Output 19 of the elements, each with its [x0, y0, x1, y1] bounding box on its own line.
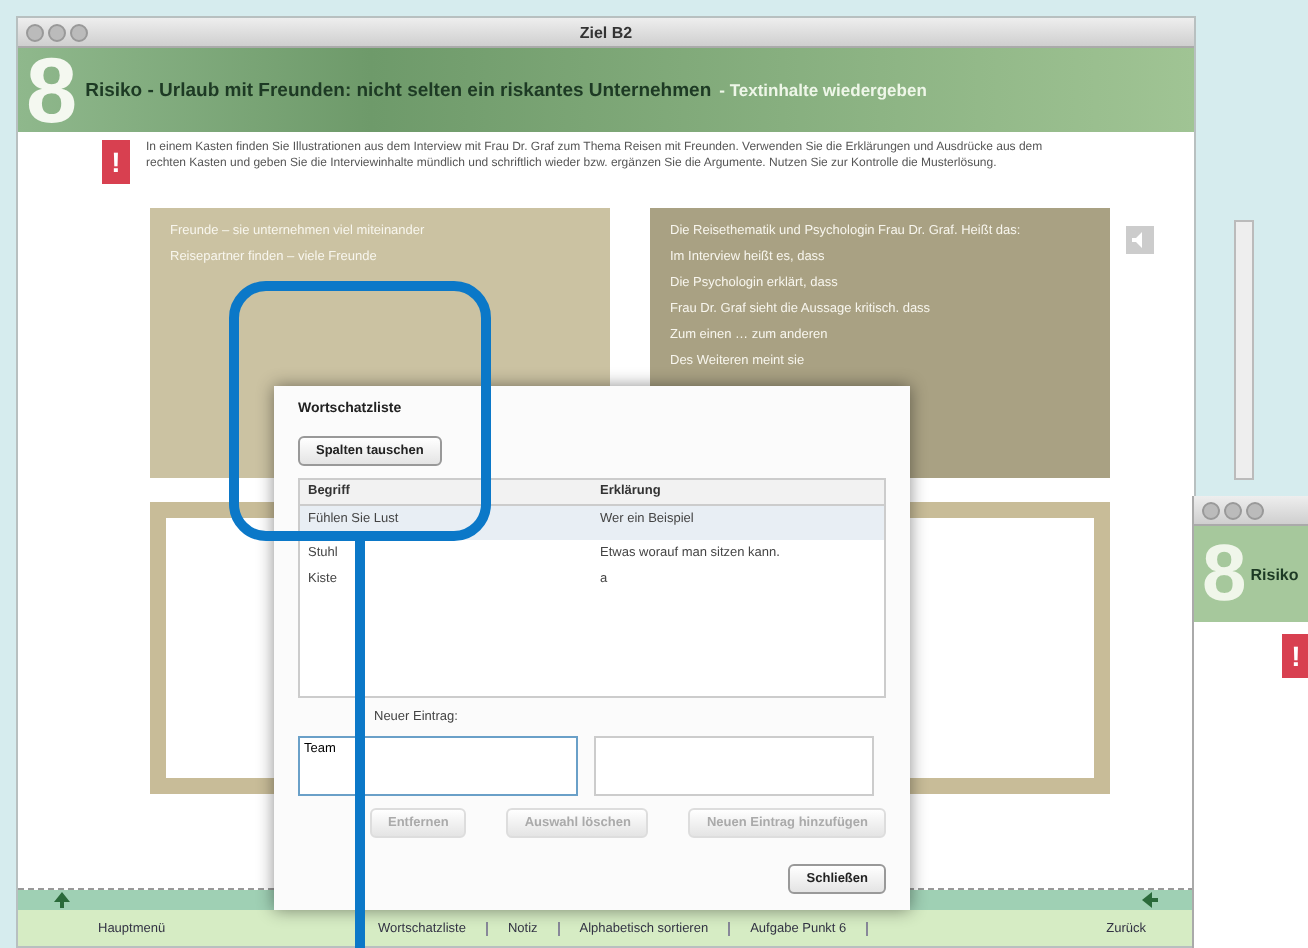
- close-icon[interactable]: [26, 24, 44, 42]
- chapter-number: 8: [26, 48, 78, 132]
- chapter-title: Risiko: [1250, 565, 1299, 583]
- speaker-icon[interactable]: [1126, 226, 1154, 254]
- back-arrow-icon[interactable]: [1142, 892, 1158, 908]
- zoom-icon[interactable]: [70, 24, 88, 42]
- minimize-icon[interactable]: [48, 24, 66, 42]
- close-icon[interactable]: [1202, 502, 1220, 520]
- zoom-icon[interactable]: [1246, 502, 1264, 520]
- scroll-bar[interactable]: [1234, 220, 1254, 480]
- warning-icon: !: [102, 140, 130, 184]
- window-title: Ziel B2: [579, 23, 633, 41]
- chapter-number: 8: [1202, 529, 1247, 619]
- up-arrow-icon[interactable]: [54, 892, 70, 908]
- warning-icon: !: [1282, 634, 1308, 678]
- exercise-subtitle: - Textinhalte wiedergeben: [719, 80, 927, 100]
- chapter-title: Risiko - Urlaub mit Freunden: nicht selten ein riskantes Unternehmen: [85, 79, 712, 101]
- explanation-input[interactable]: [594, 736, 874, 796]
- minimize-icon[interactable]: [1224, 502, 1242, 520]
